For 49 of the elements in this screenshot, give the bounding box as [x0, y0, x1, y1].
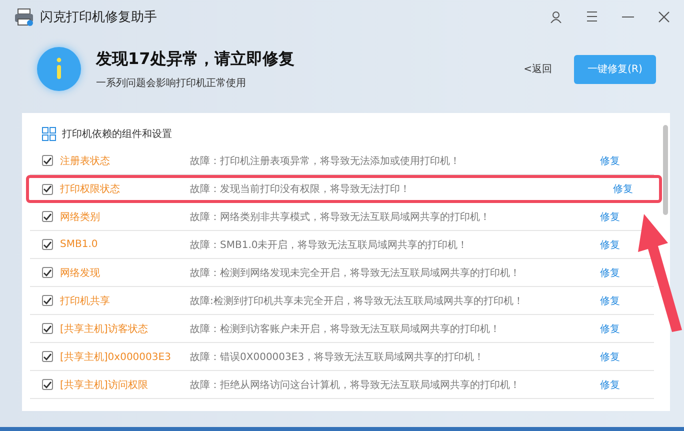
checkbox[interactable]	[42, 239, 53, 250]
checkbox[interactable]	[42, 379, 53, 390]
fault-description: 故障：网络类别非共享模式，将导致无法互联局域网共享的打印机！	[190, 210, 491, 224]
window-title: 闪克打印机修复助手	[40, 8, 157, 26]
fix-all-button[interactable]: 一键修复(R)	[574, 54, 656, 84]
item-name: SMB1.0	[60, 239, 99, 250]
fault-description: 故障：错误0X000003E3，将导致无法互联局域网共享的打印机！	[190, 350, 486, 364]
fix-link[interactable]: 修复	[600, 294, 620, 308]
alert-subtitle: 一系列问题会影响打印机正常使用	[96, 76, 247, 90]
fix-link[interactable]: 修复	[600, 322, 620, 336]
fault-description: 故障：检测到访客账户未开启，将导致无法互联局域网共享的打印机！	[190, 322, 501, 336]
fault-description: 故障：打印机注册表项异常，将导致无法添加或使用打印机！	[190, 154, 461, 168]
checkbox[interactable]	[42, 351, 53, 362]
checkbox[interactable]	[42, 295, 53, 306]
grid-icon	[42, 127, 56, 141]
fix-link[interactable]: 修复	[600, 154, 620, 168]
checkbox[interactable]	[42, 155, 53, 166]
menu-icon[interactable]	[586, 11, 598, 22]
section-title: 打印机依赖的组件和设置	[62, 128, 172, 141]
item-name: 注册表状态	[60, 154, 111, 168]
item-name: 网络发现	[60, 266, 101, 280]
fix-link[interactable]: 修复	[600, 378, 620, 392]
item-name: [共享主机]0x000003E3	[60, 350, 172, 364]
checkbox[interactable]	[42, 211, 53, 222]
item-name: [共享主机]访客状态	[60, 322, 149, 336]
minimize-icon[interactable]	[622, 16, 634, 18]
checkbox[interactable]	[42, 323, 53, 334]
close-icon[interactable]	[658, 10, 670, 22]
fix-link[interactable]: 修复	[600, 238, 620, 252]
item-name: 打印机共享	[60, 294, 111, 308]
item-name: [共享主机]访问权限	[60, 378, 149, 392]
fix-link[interactable]: 修复	[600, 266, 620, 280]
checkbox[interactable]	[42, 184, 53, 194]
fault-description: 故障:检测到打印机共享未完全开启，将导致无法互联局域网共享的打印机！	[190, 294, 524, 308]
fault-description: 故障：检测到网络发现未完全开启，将导致无法互联局域网共享的打印机！	[190, 266, 521, 280]
info-icon	[36, 46, 82, 92]
checkbox[interactable]	[42, 267, 53, 278]
item-name: 打印权限状态	[60, 182, 121, 196]
fault-description: 故障：拒绝从网络访问这台计算机，将导致无法互联局域网共享的打印机！	[190, 378, 521, 392]
user-icon[interactable]	[550, 10, 562, 22]
alert-title: 发现17处异常，请立即修复	[96, 48, 294, 70]
fault-description: 故障：发现当前打印没有权限，将导致无法打印！	[190, 182, 411, 196]
item-name: 网络类别	[60, 210, 101, 224]
printer-icon	[14, 8, 34, 26]
fix-link[interactable]: 修复	[613, 182, 633, 196]
back-link[interactable]: <返回	[524, 62, 552, 76]
fix-link[interactable]: 修复	[600, 350, 620, 364]
fault-description: 故障：SMB1.0未开启，将导致无法互联局域网共享的打印机！	[190, 238, 469, 252]
fix-link[interactable]: 修复	[600, 210, 620, 224]
